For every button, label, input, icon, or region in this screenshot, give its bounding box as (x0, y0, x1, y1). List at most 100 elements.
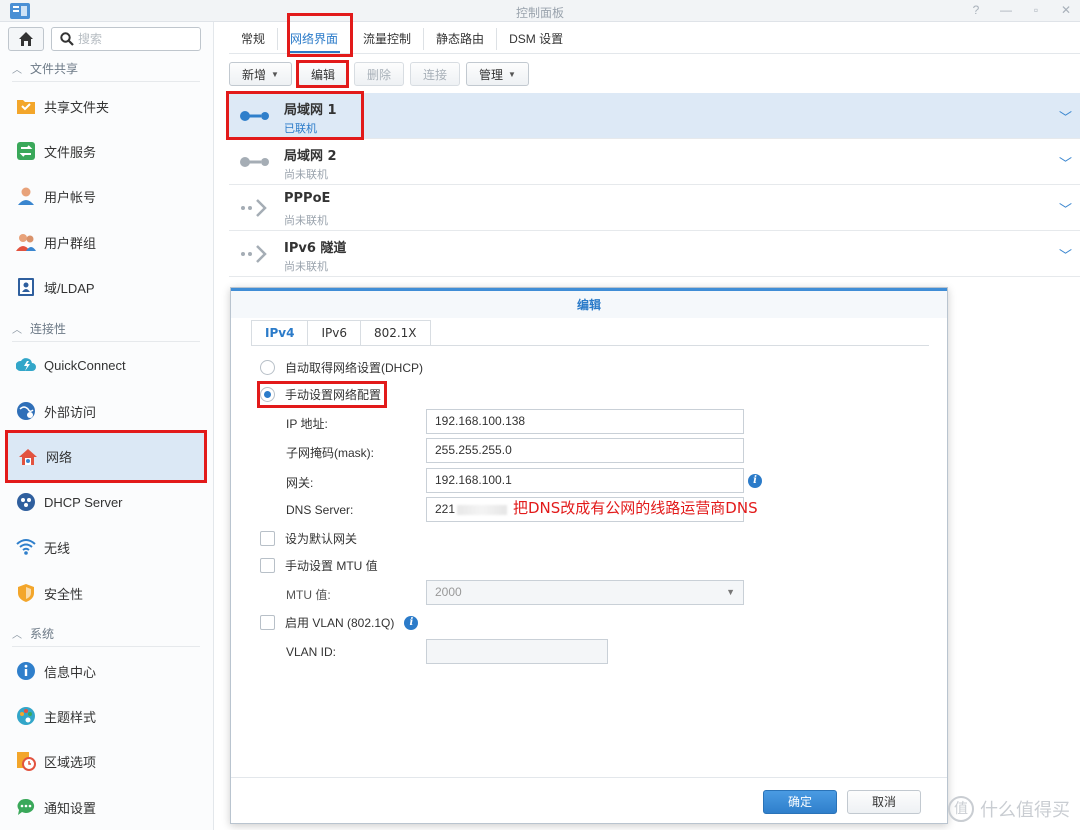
maximize-icon[interactable]: ▫ (1030, 3, 1042, 17)
tab-static-route[interactable]: 静态路由 (424, 28, 498, 50)
close-icon[interactable]: ✕ (1060, 3, 1072, 17)
sidebar-item-network[interactable]: 网络 (5, 430, 207, 483)
user-icon (16, 186, 36, 206)
chevron-up-icon: ︿ (12, 629, 22, 641)
vlan-id-label: VLAN ID: (286, 645, 337, 659)
section-connectivity[interactable]: ︿ 连接性 (12, 319, 200, 342)
interface-row-lan1[interactable]: 局域网 1 已联机 ﹀ (229, 93, 1080, 139)
delete-button[interactable]: 删除 (353, 62, 404, 86)
chevron-down-icon[interactable]: ﹀ (1059, 199, 1072, 218)
sidebar-item-theme[interactable]: 主题样式 (6, 696, 206, 736)
mtu-label: MTU 值: (286, 588, 331, 602)
create-button[interactable]: 新增 ▼ (229, 62, 292, 86)
caret-down-icon: ▼ (508, 69, 516, 79)
manual-option[interactable]: 手动设置网络配置 (260, 386, 381, 403)
pppoe-icon (241, 199, 267, 217)
redacted-value (457, 504, 508, 515)
sidebar-item-user-group[interactable]: 用户群组 (6, 222, 206, 262)
tab-general[interactable]: 常规 (229, 28, 279, 50)
vlan-option[interactable]: 启用 VLAN (802.1Q) i (260, 614, 419, 631)
sidebar-item-wireless[interactable]: 无线 (6, 527, 206, 567)
info-icon[interactable]: i (748, 474, 762, 488)
connect-button[interactable]: 连接 (409, 62, 460, 86)
chevron-down-icon[interactable]: ﹀ (1059, 107, 1072, 126)
tab-dsm-settings[interactable]: DSM 设置 (497, 28, 575, 50)
dialog-title: 编辑 (231, 288, 947, 318)
sidebar-item-notification[interactable]: 通知设置 (6, 787, 206, 827)
search-field[interactable] (51, 27, 201, 51)
sidebar-item-external-access[interactable]: 外部访问 (6, 391, 206, 431)
info-icon[interactable]: i (404, 615, 419, 630)
interface-list: 局域网 1 已联机 ﹀ 局域网 2 尚未联机 ﹀ PPPoE 尚未联机 ﹀ IP… (229, 93, 1080, 277)
tab-traffic-control[interactable]: 流量控制 (351, 28, 425, 50)
mtu-select[interactable]: 2000 ▼ (426, 580, 744, 605)
cancel-button[interactable]: 取消 (847, 790, 921, 814)
help-icon[interactable]: ? (970, 3, 982, 17)
edit-button[interactable]: 编辑 (297, 62, 348, 86)
dhcp-radio[interactable] (260, 360, 275, 375)
regional-options-icon (16, 751, 36, 771)
section-file-sharing[interactable]: ︿ 文件共享 (12, 59, 200, 82)
dhcp-option[interactable]: 自动取得网络设置(DHCP) (260, 359, 423, 376)
sidebar-item-dhcp-server[interactable]: DHCP Server (6, 482, 206, 522)
default-gateway-option[interactable]: 设为默认网关 (260, 530, 357, 547)
lan-connected-icon (240, 111, 269, 121)
vlan-checkbox[interactable] (260, 615, 275, 630)
dhcp-server-icon (16, 492, 36, 512)
shared-folder-icon (16, 96, 36, 116)
security-shield-icon (16, 583, 36, 603)
sidebar-item-quickconnect[interactable]: QuickConnect (6, 345, 206, 385)
top-tabs: 常规 网络界面 流量控制 静态路由 DSM 设置 (229, 26, 575, 53)
sidebar-item-shared-folder[interactable]: 共享文件夹 (6, 86, 206, 126)
tab-ipv4[interactable]: IPv4 (252, 321, 309, 345)
edit-dialog: 编辑 IPv4 IPv6 802.1X 自动取得网络设置(DHCP) 手动设置网… (230, 287, 948, 824)
theme-palette-icon (16, 706, 36, 726)
sidebar-item-security[interactable]: 安全性 (6, 573, 206, 613)
interface-row-pppoe[interactable]: PPPoE 尚未联机 ﹀ (229, 185, 1080, 231)
minimize-icon[interactable]: — (1000, 3, 1012, 17)
sidebar-item-file-services[interactable]: 文件服务 (6, 131, 206, 171)
manual-mtu-checkbox[interactable] (260, 558, 275, 573)
group-icon (16, 232, 36, 252)
sidebar-item-user-account[interactable]: 用户帐号 (6, 176, 206, 216)
domain-ldap-icon (16, 277, 36, 297)
chevron-up-icon: ︿ (12, 324, 22, 336)
tab-ipv6[interactable]: IPv6 (308, 321, 361, 345)
external-access-icon (16, 401, 36, 421)
gateway-input[interactable]: 192.168.100.1 (426, 468, 744, 493)
notification-icon (16, 797, 36, 817)
toolbar: 新增 ▼ 编辑 删除 连接 管理 ▼ (229, 62, 529, 86)
section-system[interactable]: ︿ 系统 (12, 624, 200, 647)
watermark-logo-icon: 值 (948, 796, 974, 822)
sidebar-item-info-center[interactable]: 信息中心 (6, 651, 206, 691)
tab-network-interface[interactable]: 网络界面 (278, 28, 352, 53)
interface-row-ipv6-tunnel[interactable]: IPv6 隧道 尚未联机 ﹀ (229, 231, 1080, 277)
gateway-label: 网关: (286, 476, 314, 490)
vlan-id-input[interactable] (426, 639, 608, 664)
interface-row-lan2[interactable]: 局域网 2 尚未联机 ﹀ (229, 139, 1080, 185)
manage-button[interactable]: 管理 ▼ (465, 62, 529, 86)
search-input[interactable] (78, 31, 196, 47)
ip-address-input[interactable]: 192.168.100.138 (426, 409, 744, 434)
sidebar-item-domain-ldap[interactable]: 域/LDAP (6, 267, 206, 307)
home-button[interactable] (8, 27, 44, 51)
lan-disconnected-icon (240, 157, 269, 167)
quickconnect-icon (16, 355, 36, 375)
tab-8021x[interactable]: 802.1X (361, 321, 430, 345)
manual-mtu-option[interactable]: 手动设置 MTU 值 (260, 557, 378, 574)
info-center-icon (16, 661, 36, 681)
sidebar: ︿ 文件共享 共享文件夹 文件服务 用户帐号 用户群组 域/LDAP ︿ 连接性… (0, 22, 214, 830)
chevron-down-icon[interactable]: ﹀ (1059, 153, 1072, 172)
file-services-icon (16, 141, 36, 161)
ok-button[interactable]: 确定 (763, 790, 837, 814)
dropdown-arrow-icon: ▼ (726, 587, 735, 597)
window-title: 控制面板 (515, 6, 564, 20)
subnet-mask-input[interactable]: 255.255.255.0 (426, 438, 744, 463)
window-titlebar: 控制面板 ? — ▫ ✕ (0, 0, 1080, 22)
caret-down-icon: ▼ (271, 69, 279, 79)
chevron-down-icon[interactable]: ﹀ (1059, 245, 1072, 264)
manual-radio[interactable] (260, 387, 275, 402)
sidebar-item-regional-options[interactable]: 区域选项 (6, 741, 206, 781)
home-icon (19, 32, 33, 46)
default-gateway-checkbox[interactable] (260, 531, 275, 546)
